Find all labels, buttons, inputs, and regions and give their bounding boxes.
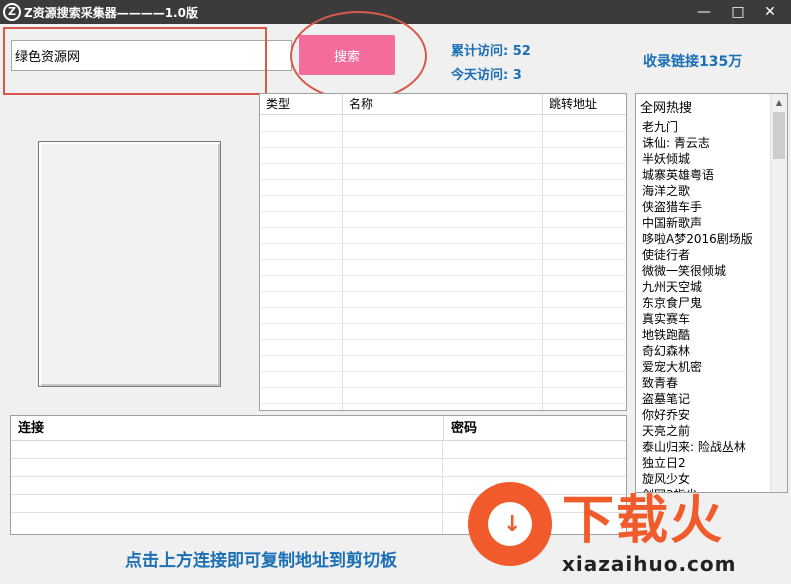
- grid-row-line: [260, 227, 626, 228]
- hot-search-item[interactable]: 天亮之前: [642, 423, 753, 439]
- scrollbar-thumb[interactable]: [773, 112, 785, 159]
- grid-row-line: [260, 291, 626, 292]
- column-header-url[interactable]: 跳转地址: [543, 94, 626, 115]
- watermark-domain: xiazaihuo.com: [562, 552, 737, 576]
- grid-row-line: [260, 179, 626, 180]
- hot-search-item[interactable]: 中国新歌声: [642, 215, 753, 231]
- column-header-link[interactable]: 连接: [11, 416, 443, 441]
- hot-search-item[interactable]: 盗墓笔记: [642, 391, 753, 407]
- grid-row-line: [260, 147, 626, 148]
- maximize-button[interactable]: □: [723, 0, 753, 24]
- grid-column-divider: [342, 115, 343, 410]
- grid-row-line: [260, 339, 626, 340]
- grid-row-line: [260, 323, 626, 324]
- close-button[interactable]: ✕: [755, 0, 785, 24]
- hot-search-item[interactable]: 侠盗猎车手: [642, 199, 753, 215]
- grid-column-divider: [542, 115, 543, 410]
- grid-row-line: [260, 355, 626, 356]
- window-title: Z资源搜索采集器————1.0版: [24, 6, 198, 20]
- results-grid[interactable]: 类型 名称 跳转地址: [259, 93, 627, 411]
- grid-row-line: [260, 131, 626, 132]
- preview-image-box: [38, 141, 221, 387]
- table-row-line: [11, 458, 626, 459]
- hot-search-item[interactable]: 奇幻森林: [642, 343, 753, 359]
- hot-search-item[interactable]: 地铁跑酷: [642, 327, 753, 343]
- grid-row-line: [260, 403, 626, 404]
- scroll-up-arrow-icon[interactable]: ▲: [771, 94, 787, 111]
- copy-hint-text: 点击上方连接即可复制地址到剪切板: [125, 551, 397, 571]
- grid-row-line: [260, 371, 626, 372]
- grid-row-line: [260, 243, 626, 244]
- hot-search-header: 全网热搜: [640, 101, 693, 116]
- grid-row-line: [260, 387, 626, 388]
- column-header-name[interactable]: 名称: [343, 94, 543, 115]
- hot-search-item[interactable]: 泰山归来: 险战丛林: [642, 439, 753, 455]
- minimize-button[interactable]: —: [689, 0, 719, 24]
- total-visits-label: 累计访问: 52: [451, 44, 531, 59]
- hot-search-list[interactable]: 全网热搜 老九门 诛仙: 青云志 半妖倾城 城寨英雄粤语 海洋之歌 侠盗猎车手 中国新歌声哆…: [635, 93, 788, 493]
- grid-row-line: [260, 211, 626, 212]
- hot-search-item[interactable]: 老九门: [642, 119, 753, 135]
- column-header-password[interactable]: 密码: [443, 416, 626, 441]
- hot-search-item[interactable]: 使徒行者: [642, 247, 753, 263]
- grid-row-line: [260, 195, 626, 196]
- hot-search-item[interactable]: 微微一笑很倾城: [642, 263, 753, 279]
- watermark-brand: 下载火: [562, 491, 725, 551]
- annotation-rectangle: [3, 27, 267, 95]
- annotation-ellipse: [290, 11, 427, 101]
- hot-list-scrollbar[interactable]: ▲: [770, 94, 787, 492]
- grid-row-line: [260, 307, 626, 308]
- hot-search-item[interactable]: 真实赛车: [642, 311, 753, 327]
- hot-search-item[interactable]: 城寨英雄粤语: [642, 167, 753, 183]
- hot-search-item[interactable]: 九州天空城: [642, 279, 753, 295]
- grid-row-line: [260, 259, 626, 260]
- hot-search-item[interactable]: 半妖倾城: [642, 151, 753, 167]
- app-logo-icon: Z: [3, 3, 21, 21]
- hot-search-item[interactable]: 诛仙: 青云志: [642, 135, 753, 151]
- grid-row-line: [260, 275, 626, 276]
- hot-search-item[interactable]: 东京食尸鬼: [642, 295, 753, 311]
- download-arrow-icon: ↓: [503, 512, 522, 537]
- column-header-type[interactable]: 类型: [260, 94, 343, 115]
- hot-search-items: 老九门 诛仙: 青云志 半妖倾城 城寨英雄粤语 海洋之歌 侠盗猎车手 中国新歌声 哆啦A梦20…: [642, 119, 753, 492]
- hot-search-item[interactable]: 爱宠大机密: [642, 359, 753, 375]
- indexed-links-label: 收录链接135万: [643, 54, 743, 70]
- hot-search-item[interactable]: 致青春: [642, 375, 753, 391]
- hot-search-item[interactable]: 哆啦A梦2016剧场版: [642, 231, 753, 247]
- watermark: ↓ 下载火 xiazaihuo.com: [466, 462, 791, 584]
- hot-search-item[interactable]: 你好乔安: [642, 407, 753, 423]
- today-visits-label: 今天访问: 3: [451, 68, 522, 83]
- table-column-divider: [442, 441, 443, 534]
- grid-row-line: [260, 163, 626, 164]
- hot-search-item[interactable]: 海洋之歌: [642, 183, 753, 199]
